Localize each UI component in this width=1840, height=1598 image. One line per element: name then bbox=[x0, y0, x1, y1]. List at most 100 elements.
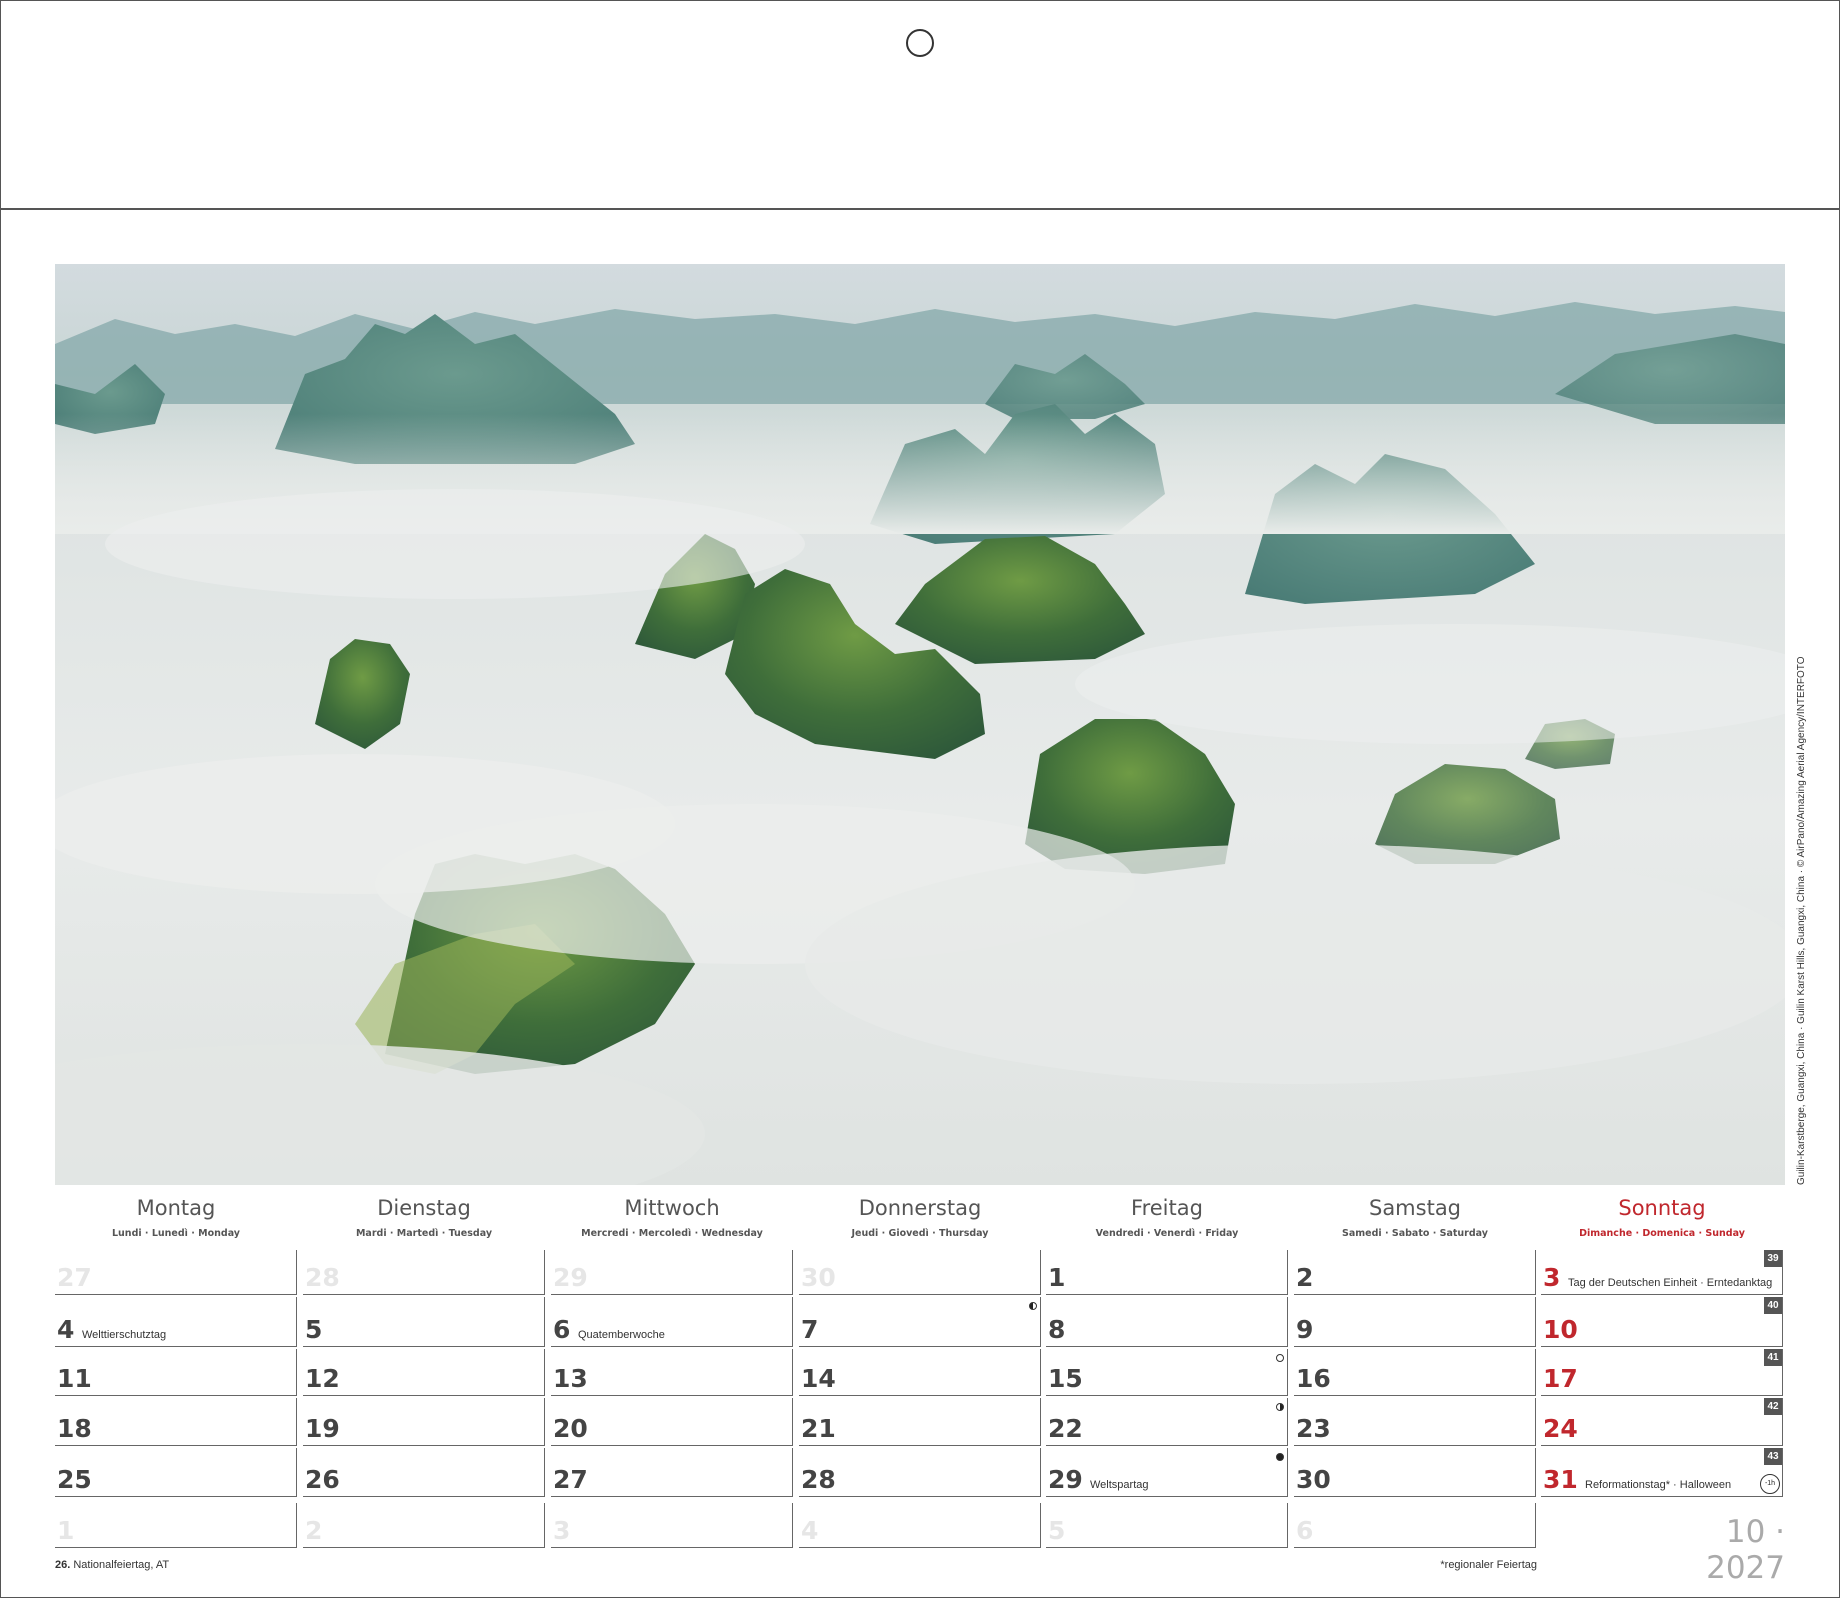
day-cell: 1 bbox=[55, 1503, 297, 1548]
weekday-3: Mittwoch Mercredi · Mercoledì · Wednesday bbox=[548, 1196, 796, 1239]
weekday-name: Freitag bbox=[1131, 1196, 1203, 1220]
day-cell: 18 bbox=[55, 1398, 297, 1446]
day-cell: 1 bbox=[1046, 1250, 1288, 1295]
day-cell: 13 bbox=[551, 1349, 793, 1396]
day-number: 26 bbox=[305, 1465, 340, 1494]
day-cell: 25 bbox=[55, 1448, 297, 1497]
day-cell: 20 bbox=[551, 1398, 793, 1446]
day-cell: 2 bbox=[1294, 1250, 1536, 1295]
day-number: 28 bbox=[801, 1465, 836, 1494]
weekday-name: Sonntag bbox=[1618, 1196, 1706, 1220]
day-number: 31 bbox=[1543, 1465, 1578, 1494]
day-number: 16 bbox=[1296, 1364, 1331, 1393]
day-number: 18 bbox=[57, 1414, 92, 1443]
moon-phase-last-icon bbox=[1029, 1302, 1037, 1310]
day-cell: 29 Weltspartag bbox=[1046, 1448, 1288, 1497]
day-cell: 2 bbox=[303, 1503, 545, 1548]
day-number: 14 bbox=[801, 1364, 836, 1393]
day-number: 3 bbox=[553, 1516, 571, 1545]
week-number-badge: 41 bbox=[1764, 1349, 1782, 1366]
day-cell: 6 bbox=[1294, 1503, 1536, 1548]
day-number: 9 bbox=[1296, 1315, 1314, 1344]
day-cell: 24 42 bbox=[1541, 1398, 1783, 1446]
day-cell: 27 bbox=[55, 1250, 297, 1295]
day-number: 30 bbox=[1296, 1465, 1331, 1494]
day-number: 27 bbox=[553, 1465, 588, 1494]
day-cell: 6 Quatemberwoche bbox=[551, 1297, 793, 1347]
day-cell: 30 bbox=[799, 1250, 1041, 1295]
footer-holiday-day: 26. bbox=[55, 1559, 71, 1571]
day-cell: 5 bbox=[1046, 1503, 1288, 1548]
day-number: 28 bbox=[305, 1263, 340, 1292]
day-cell: 14 bbox=[799, 1349, 1041, 1396]
header-divider bbox=[0, 208, 1840, 210]
clock-change-icon: -1h bbox=[1760, 1474, 1780, 1494]
karst-hills-image bbox=[55, 302, 1785, 1185]
weekday-name: Dienstag bbox=[377, 1196, 471, 1220]
moon-phase-first-icon bbox=[1276, 1403, 1284, 1411]
day-cell: 12 bbox=[303, 1349, 545, 1396]
day-cell: 19 bbox=[303, 1398, 545, 1446]
day-number: 5 bbox=[305, 1315, 323, 1344]
day-cell: 31 Reformationstag* · Halloween 43 -1h bbox=[1541, 1448, 1783, 1497]
weekday-name: Samstag bbox=[1368, 1196, 1462, 1220]
day-cell: 30 bbox=[1294, 1448, 1536, 1497]
day-number: 24 bbox=[1543, 1414, 1578, 1443]
day-cell: 22 bbox=[1046, 1398, 1288, 1446]
weekday-4: Donnerstag Jeudi · Giovedì · Thursday bbox=[796, 1196, 1044, 1239]
day-number: 8 bbox=[1048, 1315, 1066, 1344]
day-cell: 5 bbox=[303, 1297, 545, 1347]
weekday-name: Montag bbox=[136, 1196, 216, 1220]
day-number: 17 bbox=[1543, 1364, 1578, 1393]
weekday-name: Mittwoch bbox=[624, 1196, 720, 1220]
day-number: 23 bbox=[1296, 1414, 1331, 1443]
day-cell: 7 bbox=[799, 1297, 1041, 1347]
day-cell: 23 bbox=[1294, 1398, 1536, 1446]
moon-phase-new-icon bbox=[1276, 1453, 1284, 1461]
day-number: 2 bbox=[305, 1516, 323, 1545]
landscape-photo bbox=[55, 264, 1785, 1185]
day-number: 21 bbox=[801, 1414, 836, 1443]
week-number-badge: 43 bbox=[1764, 1448, 1782, 1465]
day-cell: 29 bbox=[551, 1250, 793, 1295]
weekday-translations: Mardi · Martedì · Tuesday bbox=[355, 1228, 493, 1239]
day-cell: 16 bbox=[1294, 1349, 1536, 1396]
hanger-hole bbox=[906, 29, 934, 57]
photo-credit: Guilin-Karstberge, Guangxi, China · Guil… bbox=[1796, 656, 1807, 1185]
weekday-translations: Dimanche · Domenica · Sunday bbox=[1579, 1228, 1745, 1239]
day-number: 4 bbox=[57, 1315, 75, 1344]
day-cell: 17 41 bbox=[1541, 1349, 1783, 1396]
weekday-2: Dienstag Mardi · Martedì · Tuesday bbox=[300, 1196, 548, 1239]
day-number: 13 bbox=[553, 1364, 588, 1393]
day-cell: 4 bbox=[799, 1503, 1041, 1548]
day-cell: 3 bbox=[551, 1503, 793, 1548]
day-number: 20 bbox=[553, 1414, 588, 1443]
footer-regional-note: *regionaler Feiertag bbox=[1440, 1559, 1537, 1571]
weekday-name: Donnerstag bbox=[858, 1196, 982, 1220]
day-number: 7 bbox=[801, 1315, 819, 1344]
weekday-translations: Lundi · Lunedì · Monday bbox=[111, 1228, 241, 1239]
day-number: 6 bbox=[1296, 1516, 1314, 1545]
day-note: Welttierschutztag bbox=[82, 1329, 167, 1341]
day-number: 2 bbox=[1296, 1263, 1314, 1292]
day-cell: 10 40 bbox=[1541, 1297, 1783, 1347]
day-number: 25 bbox=[57, 1465, 92, 1494]
day-number: 3 bbox=[1543, 1263, 1561, 1292]
day-number: 1 bbox=[1048, 1263, 1066, 1292]
day-cell: 9 bbox=[1294, 1297, 1536, 1347]
weekday-7: Sonntag Dimanche · Domenica · Sunday bbox=[1538, 1196, 1786, 1239]
day-number: 4 bbox=[801, 1516, 819, 1545]
weekday-translations: Mercredi · Mercoledì · Wednesday bbox=[581, 1228, 763, 1239]
weekday-translations: Jeudi · Giovedì · Thursday bbox=[851, 1228, 989, 1239]
day-number: 29 bbox=[1048, 1465, 1083, 1494]
day-cell: 15 bbox=[1046, 1349, 1288, 1396]
day-number: 29 bbox=[553, 1263, 588, 1292]
day-number: 30 bbox=[801, 1263, 836, 1292]
moon-phase-full-icon bbox=[1276, 1354, 1284, 1362]
month-year-label: 10 · 2027 bbox=[1706, 1514, 1785, 1586]
weekday-translations: Samedi · Sabato · Saturday bbox=[1342, 1228, 1488, 1239]
week-number-badge: 42 bbox=[1764, 1398, 1782, 1415]
day-cell: 27 bbox=[551, 1448, 793, 1497]
weekday-translations: Vendredi · Venerdì · Friday bbox=[1095, 1228, 1239, 1239]
day-number: 6 bbox=[553, 1315, 571, 1344]
